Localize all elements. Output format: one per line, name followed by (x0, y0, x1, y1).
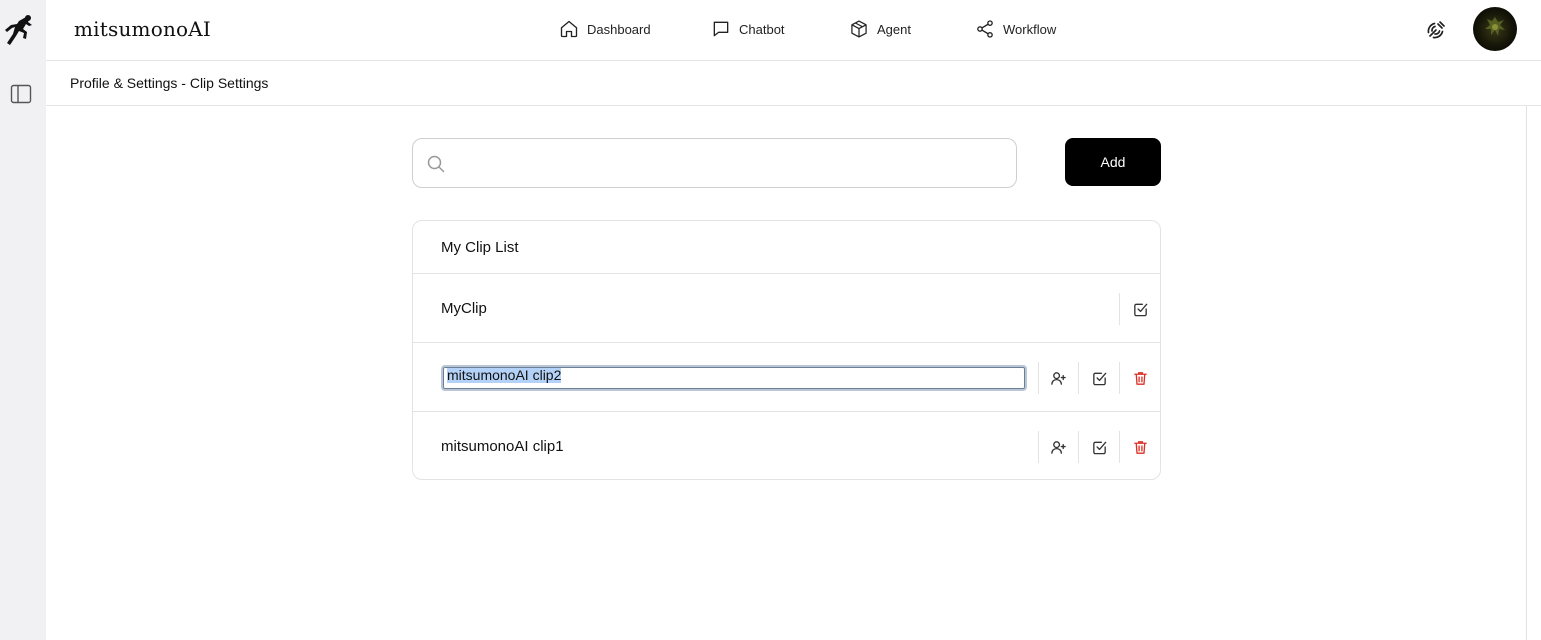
page-header: Profile & Settings - Clip Settings (46, 61, 1541, 106)
cube-icon (851, 20, 867, 38)
divider (1038, 362, 1039, 394)
avatar-figure-icon (1485, 17, 1505, 36)
divider (1078, 362, 1079, 394)
clip-list-card: My Clip List MyClip mitsumonoAI clip2 mi… (412, 220, 1161, 480)
list-item: mitsumonoAI clip1 (413, 412, 1160, 479)
confirm-button[interactable] (1086, 434, 1112, 460)
delete-button[interactable] (1127, 434, 1153, 460)
check-square-icon (1133, 303, 1147, 316)
brand-name[interactable]: mitsumonoAI (74, 17, 211, 41)
top-navigation-bar: mitsumonoAI Dashboard Chatbot Agent Work… (46, 0, 1541, 61)
search-input[interactable] (457, 149, 1002, 177)
nav-agent-label: Agent (877, 21, 911, 37)
clip-name[interactable]: MyClip (441, 300, 487, 317)
left-rail (0, 0, 46, 640)
nav-workflow[interactable]: Workflow (975, 18, 1056, 40)
divider (1119, 293, 1120, 325)
home-icon (560, 20, 578, 38)
add-user-icon (1050, 371, 1066, 385)
check-square-icon (1092, 441, 1106, 454)
search-box[interactable] (412, 138, 1017, 188)
divider (1038, 431, 1039, 463)
nav-dashboard-label: Dashboard (587, 21, 651, 37)
nav-workflow-label: Workflow (1003, 21, 1057, 37)
clip-list-title: My Clip List (441, 239, 519, 256)
divider (1119, 362, 1120, 394)
page-title: Profile & Settings - Clip Settings (70, 75, 269, 91)
nav-agent[interactable]: Agent (849, 18, 911, 40)
broadcast-icon[interactable] (1424, 18, 1448, 42)
delete-button[interactable] (1127, 365, 1153, 391)
runner-logo-icon[interactable] (5, 14, 39, 54)
sidebar-toggle-icon[interactable] (10, 83, 32, 105)
share-clip-button[interactable] (1045, 365, 1071, 391)
check-square-icon (1092, 372, 1106, 385)
trash-icon (1133, 440, 1147, 454)
divider (1078, 431, 1079, 463)
nav-dashboard[interactable]: Dashboard (559, 18, 651, 40)
avatar[interactable] (1473, 7, 1517, 51)
list-item: mitsumonoAI clip2 (413, 343, 1160, 412)
nav-chatbot[interactable]: Chatbot (711, 18, 785, 40)
scrollbar[interactable] (1526, 106, 1527, 640)
trash-icon (1133, 371, 1147, 385)
search-icon (427, 155, 445, 173)
add-user-icon (1050, 440, 1066, 454)
confirm-button[interactable] (1086, 365, 1112, 391)
clip-name-edit-value: mitsumonoAI clip2 (447, 367, 562, 383)
share-clip-button[interactable] (1045, 434, 1071, 460)
clip-list-header: My Clip List (413, 221, 1160, 274)
share-icon (977, 20, 993, 38)
clip-name-edit-field[interactable]: mitsumonoAI clip2 (441, 365, 1027, 391)
clip-name[interactable]: mitsumonoAI clip1 (441, 438, 564, 455)
chat-icon (713, 21, 729, 37)
confirm-button[interactable] (1127, 296, 1153, 322)
divider (1119, 431, 1120, 463)
list-item: MyClip (413, 274, 1160, 343)
nav-chatbot-label: Chatbot (739, 21, 785, 37)
add-button[interactable]: Add (1065, 138, 1161, 186)
